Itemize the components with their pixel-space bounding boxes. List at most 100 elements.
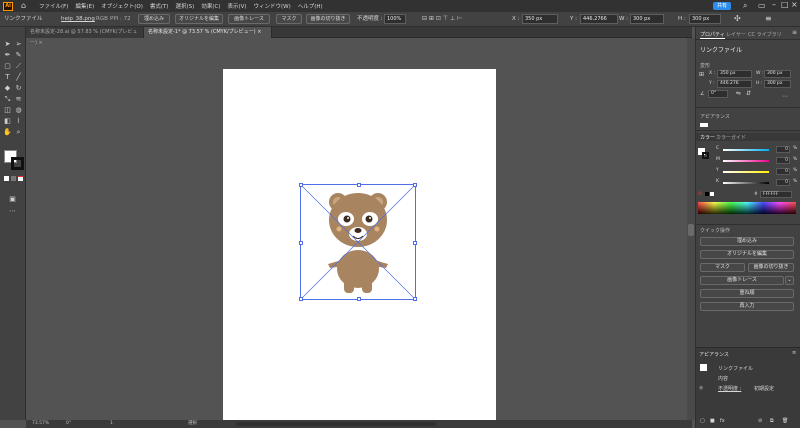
scale-tool-icon[interactable]: ⤡ <box>3 95 12 104</box>
panel-h-input[interactable]: 300 px <box>764 80 791 88</box>
align-icons[interactable]: ⊟ ⊞ ⊡ ⊤ ⊥ ⊢ <box>422 15 462 22</box>
panel-menu-icon[interactable]: ≡ <box>792 29 797 36</box>
shape-tool-icon[interactable]: ▢ <box>3 62 12 71</box>
black-swatch[interactable] <box>705 192 709 196</box>
selection-bounding-box[interactable] <box>299 183 417 301</box>
handle-middle-right[interactable] <box>413 241 417 245</box>
handle-bottom-center[interactable] <box>357 297 361 301</box>
panel-image-trace-button[interactable]: 画像トレース <box>700 276 784 285</box>
flip-horizontal-icon[interactable]: ⇋ <box>736 90 741 97</box>
mask-button[interactable]: マスク <box>276 14 302 24</box>
menu-icon[interactable]: ≡ <box>765 14 772 23</box>
handle-bottom-left[interactable] <box>299 297 303 301</box>
black-value[interactable]: 0 <box>776 179 790 186</box>
y-input[interactable]: 446.2766 <box>580 14 618 24</box>
panel-crop-button[interactable]: 画像の切り抜き <box>748 263 794 272</box>
appearance-opacity-label[interactable]: 不透明度 : <box>718 385 741 392</box>
search-icon[interactable]: ⌕ <box>743 1 747 11</box>
type-tool-icon[interactable]: T <box>3 73 12 82</box>
new-fill-icon[interactable]: ■ <box>710 418 715 424</box>
close-icon[interactable]: × <box>791 0 798 9</box>
panel-edit-original-button[interactable]: オリジナルを編集 <box>700 250 794 259</box>
zoom-tool-icon[interactable]: ⌕ <box>14 128 23 137</box>
eyedropper-tool-icon[interactable]: ⌇ <box>14 117 23 126</box>
page-number[interactable]: 1 <box>110 420 113 428</box>
handle-top-right[interactable] <box>413 183 417 187</box>
handle-middle-left[interactable] <box>299 241 303 245</box>
screen-mode-icon[interactable]: ▣ <box>8 195 17 204</box>
share-button[interactable]: 共有 <box>713 2 731 10</box>
menu-edit[interactable]: 編集(E) <box>75 2 94 10</box>
menu-help[interactable]: ヘルプ(H) <box>298 2 323 10</box>
menu-effect[interactable]: 効果(C) <box>201 2 220 10</box>
opacity-input[interactable]: 100% <box>384 14 406 24</box>
menu-type[interactable]: 書式(T) <box>150 2 169 10</box>
handle-top-center[interactable] <box>357 183 361 187</box>
pen-tool-icon[interactable]: ✒ <box>3 51 12 60</box>
free-transform-tool-icon[interactable]: ◫ <box>3 106 12 115</box>
menu-object[interactable]: オブジェクト(O) <box>101 2 143 10</box>
white-swatch[interactable] <box>710 192 714 196</box>
warp-tool-icon[interactable]: ≋ <box>14 95 23 104</box>
home-icon[interactable]: ⌂ <box>21 2 29 10</box>
minimize-icon[interactable]: – <box>772 0 776 9</box>
image-trace-dropdown[interactable]: ⌄ <box>785 276 794 285</box>
magenta-slider[interactable] <box>723 160 769 162</box>
clear-appearance-icon[interactable]: ⊘ <box>758 418 762 424</box>
line-tool-icon[interactable]: ╱ <box>14 73 23 82</box>
gradient-button[interactable] <box>11 176 16 181</box>
panel-menu-icon[interactable]: ≡ <box>792 350 796 356</box>
tab-document-2[interactable]: 名称未設定-1* @ 73.57 % (CMYK/プレビュー) × <box>144 27 272 38</box>
appearance-swatch[interactable] <box>700 123 708 127</box>
tab-cc-libraries[interactable]: CC ライブラリ <box>748 31 782 38</box>
panel-y-input[interactable]: 446.276 <box>717 80 752 88</box>
panel-arrange-button[interactable]: 重ね順 <box>700 289 794 298</box>
crop-image-button[interactable]: 画像の切り抜き <box>306 14 350 24</box>
gradient-tool-icon[interactable]: ◧ <box>3 117 12 126</box>
transform-icon[interactable]: ✣ <box>734 14 741 23</box>
menu-window[interactable]: ウィンドウ(W) <box>254 2 291 10</box>
close-icon[interactable]: × <box>257 29 261 35</box>
stroke-swatch[interactable] <box>11 157 24 170</box>
none-button[interactable] <box>18 176 23 181</box>
color-spectrum[interactable] <box>698 202 796 214</box>
embed-button[interactable]: 埋め込み <box>138 14 170 24</box>
panel-reenter-button[interactable]: 再入力 <box>700 302 794 311</box>
curvature-tool-icon[interactable]: ✎ <box>14 51 23 60</box>
magenta-value[interactable]: 0 <box>776 157 790 164</box>
maximize-icon[interactable]: □ <box>781 0 789 9</box>
h-input[interactable]: 300 px <box>689 14 721 24</box>
horizontal-scrollbar[interactable] <box>236 422 436 426</box>
flip-vertical-icon[interactable]: ⇵ <box>746 90 751 97</box>
more-tools-icon[interactable]: ⋯ <box>8 207 17 216</box>
fx-icon[interactable]: fx <box>720 418 725 424</box>
menu-select[interactable]: 選択(S) <box>176 2 195 10</box>
direct-selection-tool-icon[interactable]: ➢ <box>14 40 23 49</box>
duplicate-item-icon[interactable]: ⧉ <box>770 418 774 424</box>
color-stroke-swatch[interactable] <box>702 152 709 159</box>
tab-color[interactable]: カラー <box>700 134 715 141</box>
cyan-slider[interactable] <box>723 149 769 151</box>
hex-input[interactable]: FFFFFF <box>760 191 792 198</box>
brush-tool-icon[interactable]: ⟋ <box>14 62 23 71</box>
hand-tool-icon[interactable]: ✋ <box>3 128 12 137</box>
yellow-slider[interactable] <box>723 171 769 173</box>
color-button[interactable] <box>4 176 9 181</box>
rotation-value[interactable]: 0° <box>66 420 71 428</box>
handle-top-left[interactable] <box>299 183 303 187</box>
vertical-scrollbar[interactable] <box>687 38 695 420</box>
tab-color-guide[interactable]: カラーガイド <box>716 134 746 141</box>
workspace-icon[interactable]: ▭ <box>758 1 766 10</box>
tab-document-1[interactable]: 名称未設定-28.ai @ 57.83 % (CMYK/プレビュー) × <box>26 27 144 46</box>
w-input[interactable]: 300 px <box>630 14 664 24</box>
none-color-icon[interactable]: ⊘ <box>698 191 702 197</box>
image-trace-button[interactable]: 画像トレース <box>228 14 270 24</box>
menu-file[interactable]: ファイル(F) <box>39 2 68 10</box>
menu-view[interactable]: 表示(V) <box>227 2 246 10</box>
reference-point-icon[interactable]: ⊞ <box>699 71 704 78</box>
x-input[interactable]: 350 px <box>522 14 558 24</box>
cyan-value[interactable]: 0 <box>776 146 790 153</box>
more-options-icon[interactable]: ⋯ <box>782 93 788 100</box>
scroll-thumb[interactable] <box>688 224 694 236</box>
panel-embed-button[interactable]: 埋め込み <box>700 237 794 246</box>
